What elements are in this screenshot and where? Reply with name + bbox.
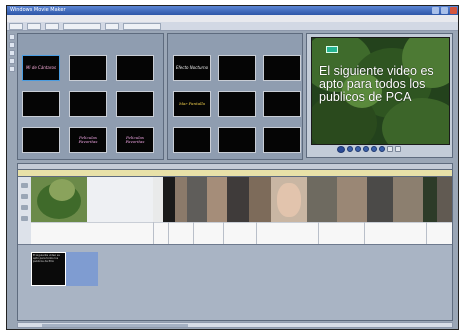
video-clip[interactable] bbox=[207, 177, 228, 222]
toolbar-button[interactable] bbox=[63, 23, 101, 30]
video-clip[interactable] bbox=[367, 177, 394, 222]
toolbar-button[interactable] bbox=[105, 23, 119, 30]
title-clip-duration[interactable] bbox=[66, 252, 98, 286]
video-clip[interactable] bbox=[271, 177, 308, 222]
play-button[interactable] bbox=[337, 146, 345, 153]
preview-caption: El siguiente video es apto para todos lo… bbox=[319, 64, 434, 104]
video-clip[interactable] bbox=[187, 177, 208, 222]
timeline-scrollbar[interactable] bbox=[17, 322, 453, 328]
video-clip[interactable] bbox=[423, 177, 438, 222]
task-icon[interactable] bbox=[9, 50, 15, 56]
task-icon[interactable] bbox=[9, 58, 15, 64]
titles-pane-right: Efecto Nocturno Mar Pantalla bbox=[167, 33, 303, 160]
title-effect-tile[interactable] bbox=[69, 55, 107, 81]
timeline: El siguiente video es apto para todos lo… bbox=[17, 176, 453, 321]
title-effect-tile[interactable] bbox=[69, 91, 107, 117]
minimize-button[interactable] bbox=[432, 7, 439, 14]
video-track-icon[interactable] bbox=[21, 183, 28, 188]
rewind-button[interactable] bbox=[371, 146, 377, 152]
scrollbar-thumb[interactable] bbox=[42, 324, 188, 327]
transition-gap[interactable] bbox=[87, 177, 154, 222]
next-frame-button[interactable] bbox=[363, 146, 369, 152]
title-clip[interactable]: El siguiente video es apto para todos lo… bbox=[31, 252, 66, 286]
task-icon[interactable] bbox=[9, 42, 15, 48]
title-effect-tile[interactable] bbox=[218, 127, 256, 153]
title-effect-tile[interactable] bbox=[173, 127, 211, 153]
title-effect-tile[interactable] bbox=[263, 91, 301, 117]
title-effect-tile[interactable] bbox=[116, 55, 154, 81]
title-track-icon[interactable] bbox=[21, 216, 28, 221]
title-effect-tile[interactable]: Peliculas Favoritas bbox=[69, 127, 107, 153]
split-button[interactable] bbox=[387, 146, 393, 152]
title-effect-tile[interactable] bbox=[22, 127, 60, 153]
app-window: Windows Movie Maker Mi de Cántaros Pelic… bbox=[6, 5, 459, 330]
task-icon[interactable] bbox=[9, 34, 15, 40]
title-effect-tile[interactable] bbox=[116, 91, 154, 117]
toolbar-button[interactable] bbox=[27, 23, 41, 30]
preview-monitor: El siguiente video es apto para todos lo… bbox=[306, 33, 453, 158]
preview-screen: El siguiente video es apto para todos lo… bbox=[311, 37, 450, 145]
previous-frame-button[interactable] bbox=[355, 146, 361, 152]
title-overlay-track: El siguiente video es apto para todos lo… bbox=[18, 244, 452, 320]
timeline-header bbox=[17, 163, 453, 170]
video-track bbox=[31, 177, 452, 222]
title-overlay-marker bbox=[326, 46, 338, 53]
video-clip[interactable] bbox=[227, 177, 250, 222]
menu-bar bbox=[7, 15, 458, 22]
close-button[interactable] bbox=[450, 7, 457, 14]
video-clip[interactable] bbox=[437, 177, 452, 222]
collections-dropdown[interactable] bbox=[123, 23, 161, 30]
stop-button[interactable] bbox=[347, 146, 353, 152]
video-clip[interactable] bbox=[393, 177, 424, 222]
title-effect-tile[interactable] bbox=[263, 55, 301, 81]
title-effect-tile[interactable] bbox=[218, 55, 256, 81]
toolbar bbox=[7, 22, 458, 31]
title-effect-tile[interactable] bbox=[218, 91, 256, 117]
title-bar: Windows Movie Maker bbox=[7, 6, 458, 15]
toolbar-button[interactable] bbox=[45, 23, 59, 30]
title-effect-tile[interactable]: Mar Pantalla bbox=[173, 91, 211, 117]
pane-header bbox=[168, 34, 302, 43]
tasks-strip bbox=[9, 34, 15, 126]
transition-track-icon[interactable] bbox=[21, 194, 28, 199]
pane-header bbox=[18, 34, 163, 43]
video-clip[interactable] bbox=[337, 177, 368, 222]
video-clip[interactable] bbox=[307, 177, 338, 222]
video-clip[interactable] bbox=[31, 177, 88, 222]
titles-pane-left: Mi de Cántaros Peliculas Favoritas Pelic… bbox=[17, 33, 164, 160]
transition-track bbox=[31, 222, 452, 245]
snapshot-button[interactable] bbox=[395, 146, 401, 152]
toolbar-button[interactable] bbox=[9, 23, 23, 30]
title-effect-tile[interactable]: Mi de Cántaros bbox=[22, 55, 60, 81]
title-effect-tile[interactable] bbox=[22, 91, 60, 117]
title-effect-tile[interactable]: Peliculas Favoritas bbox=[116, 127, 154, 153]
audio-track-icon[interactable] bbox=[21, 205, 28, 210]
title-effect-tile[interactable]: Efecto Nocturno bbox=[173, 55, 211, 81]
window-title: Windows Movie Maker bbox=[10, 7, 66, 13]
playback-controls bbox=[337, 146, 447, 154]
video-clip[interactable] bbox=[249, 177, 272, 222]
title-effect-tile[interactable] bbox=[263, 127, 301, 153]
task-icon[interactable] bbox=[9, 66, 15, 72]
fast-forward-button[interactable] bbox=[379, 146, 385, 152]
maximize-button[interactable] bbox=[441, 7, 448, 14]
